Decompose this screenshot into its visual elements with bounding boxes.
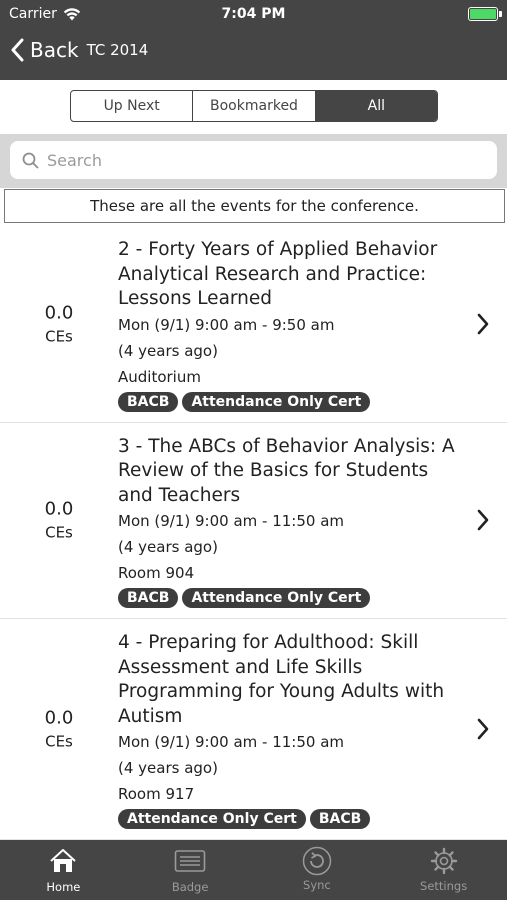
event-time: Mon (9/1) 9:00 am - 11:50 am — [118, 733, 345, 751]
tag-list: BACB Attendance Only Cert — [118, 588, 463, 608]
tab-bar: Home Badge Sync Settings — [0, 840, 507, 900]
segment-all[interactable]: All — [315, 91, 437, 121]
tag-badge: BACB — [309, 809, 371, 829]
back-label: Back — [30, 38, 79, 62]
event-details: 2 - Forty Years of Applied Behavior Anal… — [118, 226, 463, 422]
tag-badge: BACB — [118, 391, 179, 412]
ce-block: 0.0 CEs — [0, 499, 118, 542]
clock: 7:04 PM — [221, 6, 286, 22]
event-row[interactable]: 0.0 CEs 4 - Preparing for Adulthood: Ski… — [0, 619, 507, 840]
event-row[interactable]: 0.0 CEs 3 - The ABCs of Behavior Analysi… — [0, 423, 507, 619]
segment-bookmarked[interactable]: Bookmarked — [193, 91, 316, 121]
page-title: TC 2014 — [86, 41, 149, 59]
settings-icon — [430, 847, 457, 875]
info-banner: These are all the events for the confere… — [4, 189, 505, 223]
ce-block: 0.0 CEs — [0, 708, 118, 751]
event-relative-time: (4 years ago) — [118, 759, 218, 777]
ce-label: CEs — [45, 523, 73, 542]
search-box[interactable] — [10, 141, 497, 179]
event-time: Mon (9/1) 9:00 am - 9:50 am — [118, 315, 335, 334]
tab-label: Settings — [420, 879, 468, 893]
event-time: Mon (9/1) 9:00 am - 11:50 am — [118, 512, 345, 530]
tag-badge: Attendance Only Cert — [182, 391, 371, 412]
event-title: 2 - Forty Years of Applied Behavior Anal… — [118, 239, 438, 309]
tab-home[interactable]: Home — [0, 840, 127, 900]
battery-icon — [468, 7, 502, 21]
back-button[interactable]: Back TC 2014 — [10, 38, 148, 62]
event-title: 4 - Preparing for Adulthood: Skill Asses… — [118, 632, 445, 727]
event-room: Auditorium — [118, 367, 201, 386]
event-title: 3 - The ABCs of Behavior Analysis: A Rev… — [118, 435, 455, 506]
ce-value: 0.0 — [44, 302, 74, 324]
tag-badge: Attendance Only Cert — [118, 809, 306, 829]
tag-list: BACB Attendance Only Cert — [118, 391, 463, 412]
ce-label: CEs — [45, 732, 73, 751]
search-bar — [0, 134, 507, 188]
ce-block: 0.0 CEs — [0, 302, 118, 345]
tab-label: Home — [46, 880, 81, 894]
nav-bar: Back TC 2014 — [0, 32, 507, 76]
event-relative-time: (4 years ago) — [118, 538, 218, 556]
status-bar: Carrier 7:04 PM — [0, 0, 507, 28]
event-relative-time: (4 years ago) — [118, 341, 218, 360]
ce-value: 0.0 — [44, 707, 74, 729]
event-row[interactable]: 0.0 CEs 2 - Forty Years of Applied Behav… — [0, 226, 507, 423]
tab-badge[interactable]: Badge — [127, 840, 254, 900]
badge-icon — [174, 850, 206, 872]
header: Carrier 7:04 PM Back TC 2014 — [0, 0, 507, 80]
chevron-left-icon — [11, 38, 24, 62]
home-icon — [50, 849, 77, 872]
chevron-right-icon — [477, 718, 489, 740]
tab-label: Badge — [171, 880, 209, 894]
ce-label: CEs — [45, 327, 73, 346]
tab-sync[interactable]: Sync — [254, 840, 381, 900]
event-room: Room 904 — [118, 564, 195, 582]
tab-label: Sync — [303, 878, 331, 892]
tab-settings[interactable]: Settings — [380, 840, 507, 900]
tag-badge: BACB — [118, 588, 179, 608]
event-details: 4 - Preparing for Adulthood: Skill Asses… — [118, 619, 463, 839]
filter-area: Up Next Bookmarked All — [0, 80, 507, 134]
event-details: 3 - The ABCs of Behavior Analysis: A Rev… — [118, 423, 463, 619]
chevron-right-icon — [477, 509, 489, 531]
search-icon — [22, 152, 39, 168]
event-room: Room 917 — [118, 785, 195, 803]
segment-up-next[interactable]: Up Next — [71, 91, 194, 121]
filter-segmented-control: Up Next Bookmarked All — [70, 90, 438, 122]
chevron-right-icon — [477, 313, 489, 335]
tag-badge: Attendance Only Cert — [182, 588, 371, 608]
ce-value: 0.0 — [44, 498, 74, 520]
sync-icon — [302, 846, 332, 876]
event-list: 0.0 CEs 2 - Forty Years of Applied Behav… — [0, 226, 507, 840]
search-input[interactable] — [47, 150, 467, 170]
tag-list: Attendance Only Cert BACB — [118, 809, 463, 829]
